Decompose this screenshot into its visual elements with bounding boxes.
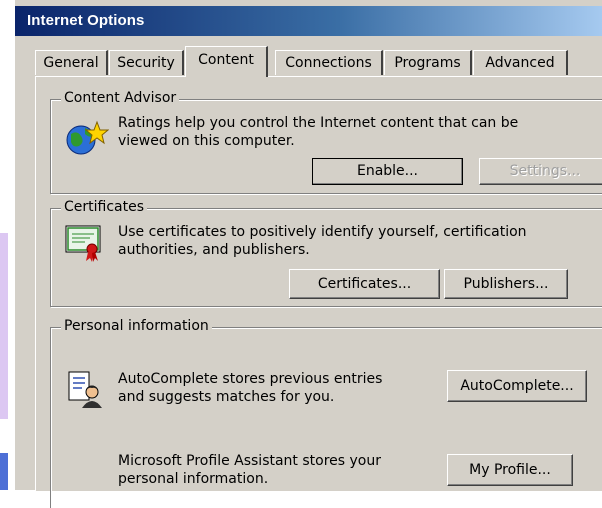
personal-information-group: Personal information AutoComplete stores… xyxy=(50,318,602,508)
tab-security[interactable]: Security xyxy=(109,50,184,75)
internet-options-dialog: Internet Options General Security Conten… xyxy=(14,0,602,508)
certificates-button[interactable]: Certificates... xyxy=(289,269,440,299)
autocomplete-person-icon xyxy=(68,371,102,408)
my-profile-button[interactable]: My Profile... xyxy=(447,454,573,486)
content-advisor-text-line2: viewed on this computer. xyxy=(118,133,295,149)
profile-assistant-text-line2: personal information. xyxy=(118,471,269,487)
autocomplete-text-line1: AutoComplete stores previous entries xyxy=(118,371,383,387)
certificate-icon xyxy=(65,225,101,262)
tab-connections[interactable]: Connections xyxy=(275,50,383,75)
autocomplete-text-line2: and suggests matches for you. xyxy=(118,389,335,405)
settings-button[interactable]: Settings... xyxy=(479,158,602,185)
certificates-group: Certificates Use certificates to positiv… xyxy=(50,199,602,307)
background-strip-lilac xyxy=(0,233,8,419)
personal-information-legend: Personal information xyxy=(61,318,212,334)
publishers-button[interactable]: Publishers... xyxy=(444,269,568,299)
enable-button[interactable]: Enable... xyxy=(312,158,463,185)
tab-advanced[interactable]: Advanced xyxy=(473,50,568,75)
content-tab-panel: Content Advisor Ratings help you control… xyxy=(35,76,602,508)
certificates-legend: Certificates xyxy=(61,199,148,215)
tab-content[interactable]: Content xyxy=(185,46,268,77)
autocomplete-button[interactable]: AutoComplete... xyxy=(447,370,587,402)
background-strip-blue xyxy=(0,453,8,490)
window-title: Internet Options xyxy=(27,12,145,29)
certificates-text-line2: authorities, and publishers. xyxy=(118,242,310,258)
title-bar[interactable]: Internet Options xyxy=(15,6,602,36)
content-advisor-group: Content Advisor Ratings help you control… xyxy=(50,90,602,194)
tab-programs[interactable]: Programs xyxy=(384,50,472,75)
globe-star-icon xyxy=(66,120,109,155)
certificates-text-line1: Use certificates to positively identify … xyxy=(118,224,527,240)
profile-assistant-text-line1: Microsoft Profile Assistant stores your xyxy=(118,453,382,469)
tab-general[interactable]: General xyxy=(35,50,108,75)
content-advisor-legend: Content Advisor xyxy=(61,90,180,106)
content-advisor-text-line1: Ratings help you control the Internet co… xyxy=(118,115,519,131)
